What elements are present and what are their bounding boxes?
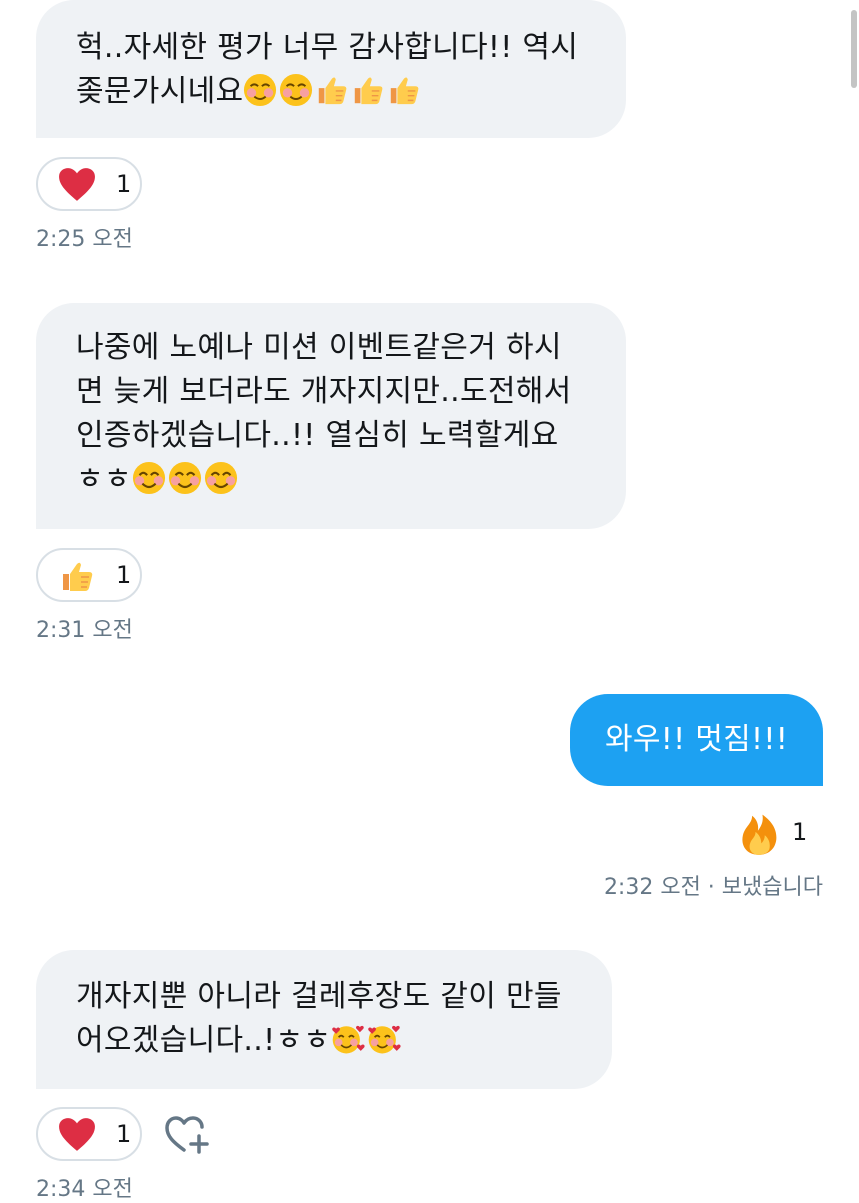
message-text-line: 어오겠습니다..!ㅎㅎ — [76, 1019, 612, 1063]
message-timestamp: 2:34 오전 — [36, 1177, 133, 1202]
thumbs-up-icon — [391, 77, 419, 105]
message-text-line: 개자지뿐 아니라 걸레후장도 같이 만들 — [76, 979, 562, 1014]
smiling-eyes-icon — [204, 461, 237, 495]
smiling-eyes-icon — [168, 461, 201, 495]
thumbs-up-icon — [63, 562, 93, 591]
message-bubble[interactable]: 개자지뿐 아니라 걸레후장도 같이 만들 어오겠습니다..!ㅎㅎ — [36, 950, 612, 1089]
message-text-line: 헉..자세한 평가 너무 감사합니다!! 역시 — [76, 30, 579, 65]
smiling-face-icon — [244, 73, 277, 107]
scrollbar[interactable] — [851, 10, 857, 88]
message-text-line: ㅎㅎ — [76, 458, 626, 502]
message-timestamp: 2:31 오전 — [36, 618, 133, 643]
message-timestamp: 2:25 오전 — [36, 227, 133, 252]
message-bubble[interactable]: 나중에 노예나 미션 이벤트같은거 하시 면 늦게 보더라도 개자지지만..도전… — [36, 303, 626, 529]
reaction-count: 1 — [116, 561, 132, 589]
heart-icon — [59, 168, 95, 201]
heart-icon — [59, 1118, 95, 1151]
smiling-hearts-icon — [332, 1025, 365, 1054]
smiling-face-icon — [280, 73, 313, 107]
reaction-pill[interactable]: 1 — [36, 548, 142, 602]
reaction-count: 1 — [792, 818, 808, 846]
smiling-eyes-icon — [132, 461, 165, 495]
add-reaction-button[interactable] — [162, 1112, 212, 1158]
reaction-count: 1 — [116, 170, 132, 198]
message-text-line: 인증하겠습니다..!! 열심히 노력할게요 — [76, 418, 559, 453]
thumbs-up-icon — [355, 77, 383, 105]
heart-plus-icon — [165, 1116, 209, 1154]
message-timestamp: 2:32 오전 · 보냈습니다 — [603, 875, 823, 900]
fire-icon — [742, 814, 777, 855]
smiling-hearts-icon — [368, 1025, 401, 1054]
message-text-line: 와우!! 멋짐!!! — [604, 722, 789, 757]
thumbs-up-icon — [319, 77, 347, 105]
message-text-line: 면 늦게 보더라도 개자지지만..도전해서 — [76, 374, 572, 409]
message-bubble[interactable]: 헉..자세한 평가 너무 감사합니다!! 역시 좆문가시네요 — [36, 0, 626, 138]
reaction-pill[interactable]: 1 — [36, 157, 142, 211]
message-bubble[interactable]: 와우!! 멋짐!!! — [570, 694, 823, 786]
reaction-pill[interactable]: 1 — [36, 1107, 142, 1161]
reaction-count: 1 — [116, 1120, 132, 1148]
message-text-line: 좆문가시네요 — [76, 70, 626, 114]
reaction-display[interactable]: 1 — [738, 808, 818, 858]
message-text-line: 나중에 노예나 미션 이벤트같은거 하시 — [76, 330, 562, 365]
